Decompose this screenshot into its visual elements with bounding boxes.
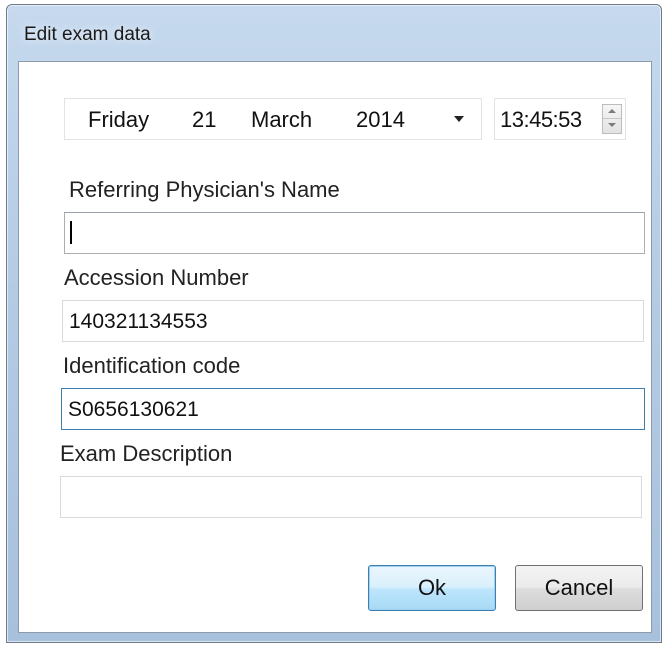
title-bar[interactable]: Edit exam data [7,5,661,61]
spin-up-down-icon[interactable] [602,104,622,134]
time-value[interactable]: 13:45:53 [500,107,582,133]
accession-number-field[interactable]: 140321134553 [62,300,644,342]
exam-description-label: Exam Description [60,441,233,466]
chevron-down-icon[interactable] [454,116,464,122]
identification-code-label: Identification code [63,353,241,378]
date-picker[interactable]: Friday 21 March 2014 [64,98,482,140]
identification-code-field[interactable]: S0656130621 [61,388,645,430]
edit-exam-dialog: Edit exam data Friday 21 March 2014 13:4… [6,4,662,643]
referring-physician-label: Referring Physician's Name [69,177,340,202]
date-weekday[interactable]: Friday [88,107,149,133]
spin-up-button[interactable] [603,105,621,119]
date-year[interactable]: 2014 [356,107,405,133]
accession-number-value: 140321134553 [69,310,208,333]
date-day[interactable]: 21 [192,107,216,133]
accession-number-label: Accession Number [64,265,249,290]
spin-down-button[interactable] [603,119,621,133]
dialog-body: Friday 21 March 2014 13:45:53 Referring … [18,61,652,633]
time-picker[interactable]: 13:45:53 [494,98,626,140]
identification-code-value: S0656130621 [68,398,199,421]
date-month[interactable]: March [251,107,312,133]
window-title: Edit exam data [24,24,151,45]
ok-button[interactable]: Ok [368,565,496,611]
referring-physician-field[interactable] [64,212,645,254]
cancel-button[interactable]: Cancel [515,565,643,611]
text-caret [70,221,72,244]
exam-description-field[interactable] [60,476,642,518]
